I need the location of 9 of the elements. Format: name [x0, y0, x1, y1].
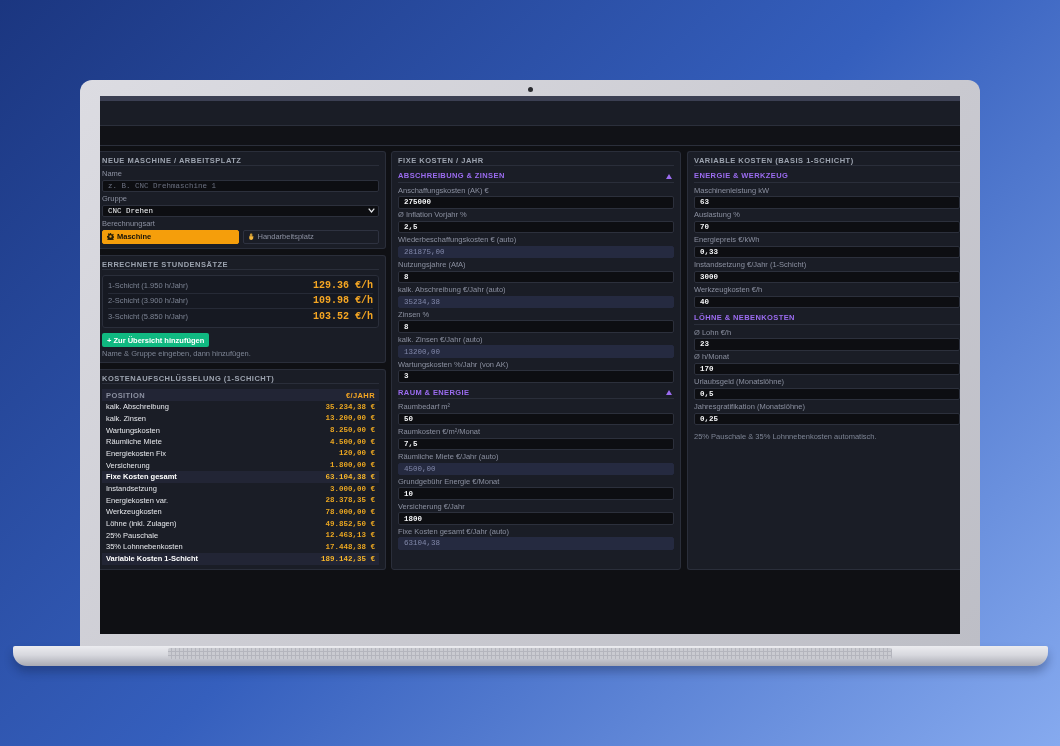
gear-icon: [107, 233, 114, 240]
caret-icon[interactable]: [666, 390, 672, 396]
hourly-rate: 109.98 €/h: [313, 295, 373, 307]
caret-icon[interactable]: [666, 173, 672, 179]
hourly-rate: 103.52 €/h: [313, 311, 373, 323]
hand-icon: [247, 233, 255, 240]
hourly-rate: 129.36 €/h: [313, 280, 373, 292]
chevron-down-icon: [368, 208, 375, 213]
webcam-icon: [528, 87, 533, 92]
